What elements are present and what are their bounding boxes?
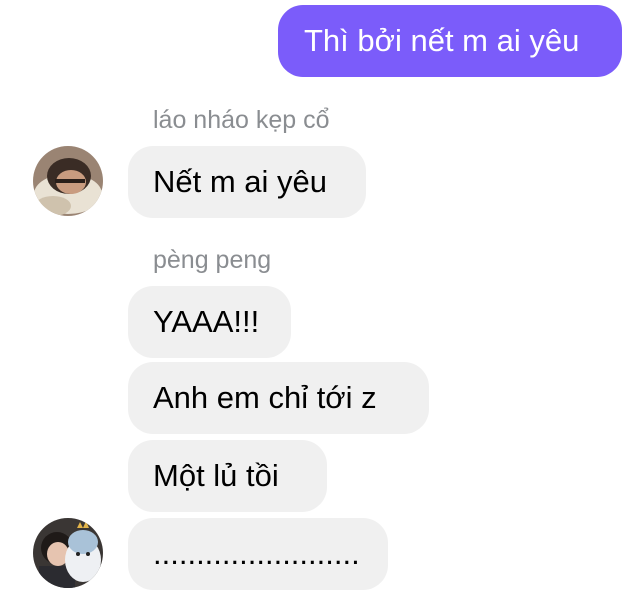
sender-name: láo nháo kẹp cổ <box>153 106 330 134</box>
avatar-photo-icon <box>33 146 103 216</box>
incoming-message-bubble[interactable]: Anh em chỉ tới z <box>128 362 429 434</box>
user-avatar[interactable] <box>33 518 103 588</box>
avatar-photo-icon <box>33 518 103 588</box>
incoming-message-bubble[interactable]: Nết m ai yêu <box>128 146 366 218</box>
outgoing-message-bubble[interactable]: Thì bởi nết m ai yêu <box>278 5 622 77</box>
sender-name: pèng peng <box>153 246 272 274</box>
user-avatar[interactable] <box>33 146 103 216</box>
incoming-message-bubble[interactable]: YAAA!!! <box>128 286 291 358</box>
incoming-message-bubble[interactable]: Một lủ tồi <box>128 440 327 512</box>
incoming-message-bubble[interactable]: ........................ <box>128 518 388 590</box>
